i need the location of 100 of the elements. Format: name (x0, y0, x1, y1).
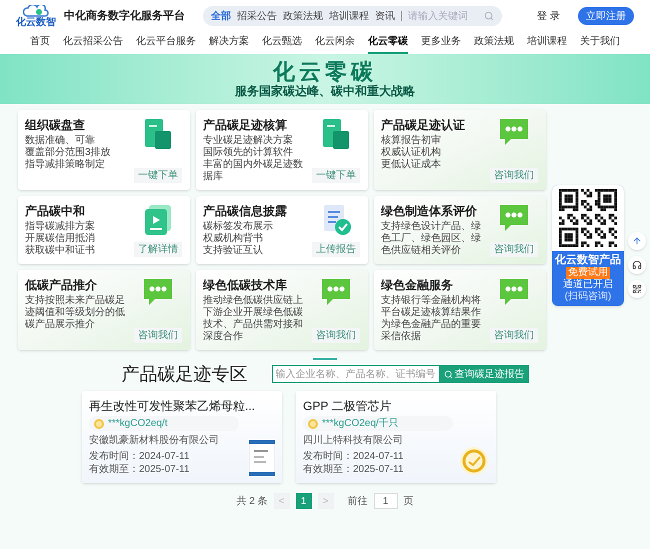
back-to-top-button[interactable] (628, 232, 646, 250)
service-description: 权威机构背书 (203, 233, 264, 244)
chat-bubble-icon (497, 117, 531, 147)
service-title: 绿色金融服务 (381, 277, 454, 293)
chat-bubble-icon (497, 203, 531, 233)
product-title: GPP 二极管芯片 (303, 398, 392, 414)
publish-date: 发布时间：2024-07-11 (303, 450, 404, 463)
nav-item[interactable]: 解决方案 (209, 32, 249, 54)
page-unit-label: 页 (404, 494, 414, 508)
chat-bubble-icon (319, 277, 353, 307)
service-description: 指导碳减排方案 (25, 221, 96, 232)
search-category-tab[interactable]: 资讯 (375, 8, 395, 24)
nav-item[interactable]: 更多业务 (421, 32, 461, 54)
nav-item[interactable]: 化云闲余 (315, 32, 355, 54)
product-card[interactable]: GPP 二极管芯片 ***kgCO2eq/千只 四川上特科技有限公司 发布时间：2024-07-11 有效期至：2025-07-11 (296, 391, 496, 483)
nav-item[interactable]: 培训课程 (527, 32, 567, 54)
coin-icon (94, 418, 104, 428)
search-bar[interactable]: 全部 招采公告 政策法规 培训课程 资讯 请输入关键词 (203, 6, 502, 26)
service-description: 国际领先的计算软件 (203, 147, 294, 158)
qr-code-button[interactable] (628, 280, 646, 298)
search-input[interactable]: 请输入关键词 (408, 8, 478, 24)
service-description: 权威认证机构 (381, 147, 442, 158)
search-category-tab[interactable]: 招采公告 (237, 8, 277, 24)
total-count: 共 2 条 (236, 494, 268, 508)
search-category-tab[interactable]: 全部 (211, 8, 231, 24)
search-category-tab[interactable]: 培训课程 (329, 8, 369, 24)
company-name: 安徽凯豪新材料股份有限公司 (89, 434, 220, 447)
service-description: 支持银行等金融机构将平台碳足迹核算结果作为绿色金融产品的重要采信依据 (381, 295, 482, 343)
nav-item[interactable]: 化云平台服务 (136, 32, 196, 54)
service-description: 碳标签发布展示 (203, 221, 274, 232)
seal-badge-drawing (459, 446, 489, 476)
service-description: 数据准确、可靠 (25, 135, 96, 146)
service-description: 丰富的国内外碳足迹数据库 (203, 159, 304, 183)
company-name: 四川上特科技有限公司 (303, 434, 404, 447)
service-description: 获取碳中和证书 (25, 245, 96, 257)
service-title: 产品碳信息披露 (203, 203, 288, 219)
service-description: 开展碳信用抵消 (25, 233, 96, 244)
certificate-drawing (249, 440, 275, 476)
page-input[interactable]: 1 (374, 493, 398, 509)
service-action-button[interactable]: 咨询我们 (134, 328, 182, 343)
emission-value: ***kgCO2eq/t (108, 418, 168, 430)
service-action-button[interactable]: 一键下单 (134, 168, 182, 183)
promo-title: 化云数智产品 (555, 253, 621, 266)
promo-text: 通道已开启 (563, 279, 613, 290)
service-description: 支持验证互认 (203, 245, 264, 257)
service-title: 组织碳盘查 (25, 117, 86, 133)
qr-code-drawing (559, 189, 617, 247)
service-description: 更低认证成本 (381, 159, 442, 171)
hero-title: 化云零碳 (273, 60, 377, 84)
search-category-tab[interactable]: 政策法规 (283, 8, 323, 24)
service-title: 绿色低碳技术库 (203, 277, 288, 293)
service-description: 支持按照未来产品碳足迹阈值和等级划分的低碳产品展示推介 (25, 295, 126, 331)
qr-code-icon (632, 284, 642, 294)
hero-subtitle: 服务国家碳达峰、碳中和重大战略 (235, 84, 415, 98)
service-description: 支持绿色设计产品、绿色工厂、绿色园区、绿色供应链相关评价 (381, 221, 482, 257)
service-action-button[interactable]: 上传报告 (312, 242, 360, 257)
service-title: 绿色制造体系评价 (381, 203, 478, 219)
expiry-date: 有效期至：2025-07-11 (89, 463, 190, 476)
nav-item[interactable]: 政策法规 (474, 32, 514, 54)
support-headset-button[interactable] (628, 256, 646, 274)
nav-item[interactable]: 化云招采公告 (63, 32, 123, 54)
headset-icon (632, 260, 642, 270)
service-title: 低碳产品推介 (25, 277, 98, 293)
service-action-button[interactable]: 咨询我们 (490, 168, 538, 183)
search-icon (444, 370, 452, 378)
section-title: 产品碳足迹专区 (122, 363, 248, 385)
cloud-logo-icon (23, 4, 49, 16)
publish-date: 发布时间：2024-07-11 (89, 450, 190, 463)
goto-label: 前往 (348, 494, 368, 508)
nav-item[interactable]: 首页 (30, 32, 50, 54)
product-title: 再生改性可发性聚苯乙烯母粒... (89, 398, 256, 414)
emission-value: ***kgCO2eq/千只 (322, 418, 399, 430)
service-description: 核算报告初审 (381, 135, 442, 146)
service-action-button[interactable]: 咨询我们 (490, 242, 538, 257)
chat-bubble-icon (497, 277, 531, 307)
service-title: 产品碳足迹认证 (381, 117, 466, 133)
promo-panel[interactable]: 化云数智产品 免费试用 通道已开启 (扫码咨询) (552, 185, 624, 306)
product-card[interactable]: 再生改性可发性聚苯乙烯母粒... ***kgCO2eq/t 安徽凯豪新材料股份有限公司 发布时间：2024-07-11 有效期至：2025-07-11 (82, 391, 282, 483)
service-title: 产品碳足迹核算 (203, 117, 288, 133)
service-title: 产品碳中和 (25, 203, 86, 219)
nav-item[interactable]: 关于我们 (580, 32, 620, 54)
service-action-button[interactable]: 咨询我们 (490, 328, 538, 343)
service-description: 推动绿色低碳供应链上下游企业开展绿色低碳技术、产品供需对接和深度合作 (203, 295, 304, 343)
arrow-up-icon (632, 236, 642, 246)
site-title: 中化商务数字化服务平台 (64, 8, 185, 24)
service-description: 专业碳足迹解决方案 (203, 135, 294, 146)
free-trial-badge: 免费试用 (566, 267, 610, 279)
service-action-button[interactable]: 了解详情 (134, 242, 182, 257)
expiry-date: 有效期至：2025-07-11 (303, 463, 404, 476)
logo-text: 化云数智 (16, 16, 56, 28)
certificate-search-field[interactable]: 输入企业名称、产品名称、证书编号 (272, 365, 440, 383)
service-action-button[interactable]: 咨询我们 (312, 328, 360, 343)
login-link[interactable]: 登 录 (537, 8, 560, 24)
service-description: 指导减排策略制定 (25, 159, 106, 171)
nav-item[interactable]: 化云甄选 (262, 32, 302, 54)
register-button[interactable]: 立即注册 (578, 7, 634, 25)
service-action-button[interactable]: 一键下单 (312, 168, 360, 183)
service-description: 覆盖部分范围3排放 (25, 147, 112, 158)
promo-note: (扫码咨询) (564, 291, 612, 303)
coin-icon (308, 418, 318, 428)
